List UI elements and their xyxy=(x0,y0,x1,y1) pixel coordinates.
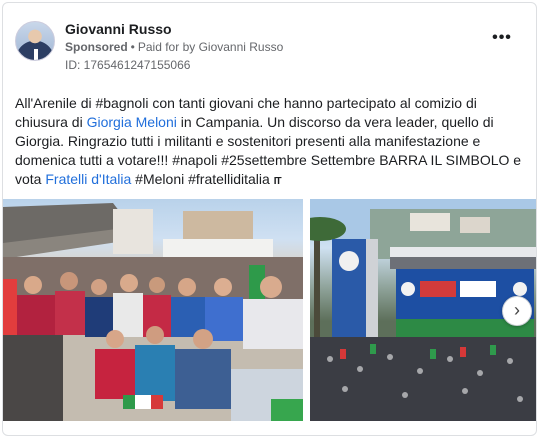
post-text: All'Arenile di #bagnoli con tanti giovan… xyxy=(15,94,527,191)
gallery-photo-group[interactable] xyxy=(3,199,303,421)
flag-italy-icon: IT xyxy=(273,176,282,187)
more-options-icon[interactable]: ••• xyxy=(490,30,514,49)
ad-id: ID: 1765461247155066 xyxy=(65,58,191,72)
group-photo-illustration xyxy=(3,203,303,421)
sponsored-label: Sponsored xyxy=(65,40,128,54)
giorgia-meloni-link[interactable]: Giorgia Meloni xyxy=(87,114,177,130)
post-header: Giovanni Russo Sponsored • Paid for by Gio… xyxy=(15,21,524,73)
sponsored-line: Sponsored • Paid for by Giovanni Russo xyxy=(65,40,283,54)
paid-for-label: Paid for by Giovanni Russo xyxy=(137,40,284,54)
ad-post-card: Giovanni Russo Sponsored • Paid for by Gio… xyxy=(2,2,537,436)
next-image-button[interactable]: › xyxy=(502,296,532,326)
image-gallery: › xyxy=(3,199,536,421)
fratelli-ditalia-link[interactable]: Fratelli d'Italia xyxy=(45,171,131,187)
author-avatar[interactable] xyxy=(15,21,55,61)
separator-dot: • xyxy=(130,40,135,54)
post-text-part: #Meloni #fratelliditalia xyxy=(131,171,274,187)
author-name[interactable]: Giovanni Russo xyxy=(65,21,172,37)
